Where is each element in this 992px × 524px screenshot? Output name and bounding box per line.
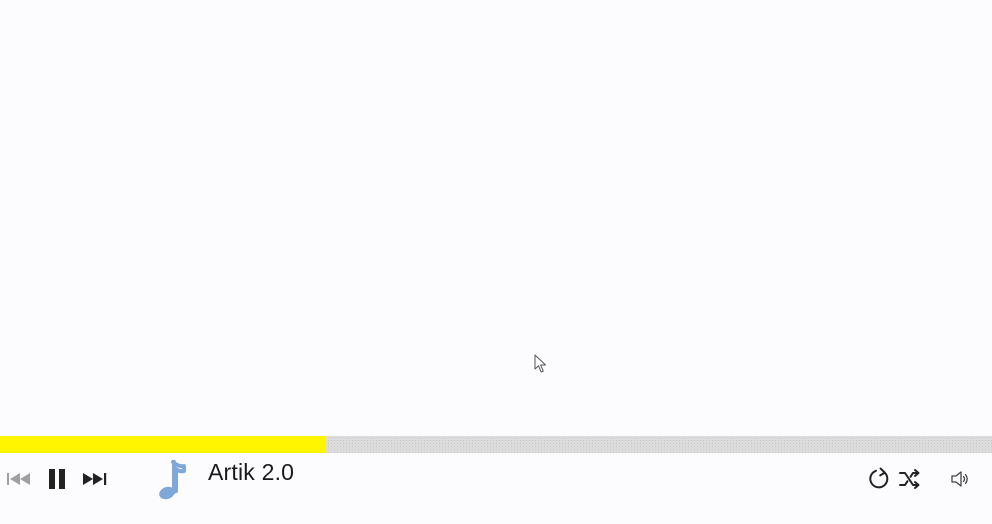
skip-next-icon xyxy=(83,473,107,485)
pause-icon xyxy=(49,469,65,489)
shuffle-icon xyxy=(899,469,920,489)
repeat-icon xyxy=(869,467,889,489)
skip-previous-button[interactable] xyxy=(4,467,34,491)
music-note-icon xyxy=(159,460,186,500)
seek-bar-progress xyxy=(0,436,327,453)
music-player-window: Artik 2.0 xyxy=(0,0,992,524)
volume-button[interactable] xyxy=(946,467,974,491)
repeat-button[interactable] xyxy=(865,465,893,493)
track-title: Artik 2.0 xyxy=(208,459,295,485)
skip-previous-icon xyxy=(7,473,30,485)
visualization-area xyxy=(0,0,992,436)
pause-button[interactable] xyxy=(44,465,70,493)
mouse-cursor-icon xyxy=(534,354,546,373)
shuffle-button[interactable] xyxy=(896,465,924,493)
seek-bar[interactable] xyxy=(0,436,992,453)
volume-icon xyxy=(951,471,968,487)
player-controls: Artik 2.0 xyxy=(0,453,992,524)
skip-next-button[interactable] xyxy=(80,467,110,491)
